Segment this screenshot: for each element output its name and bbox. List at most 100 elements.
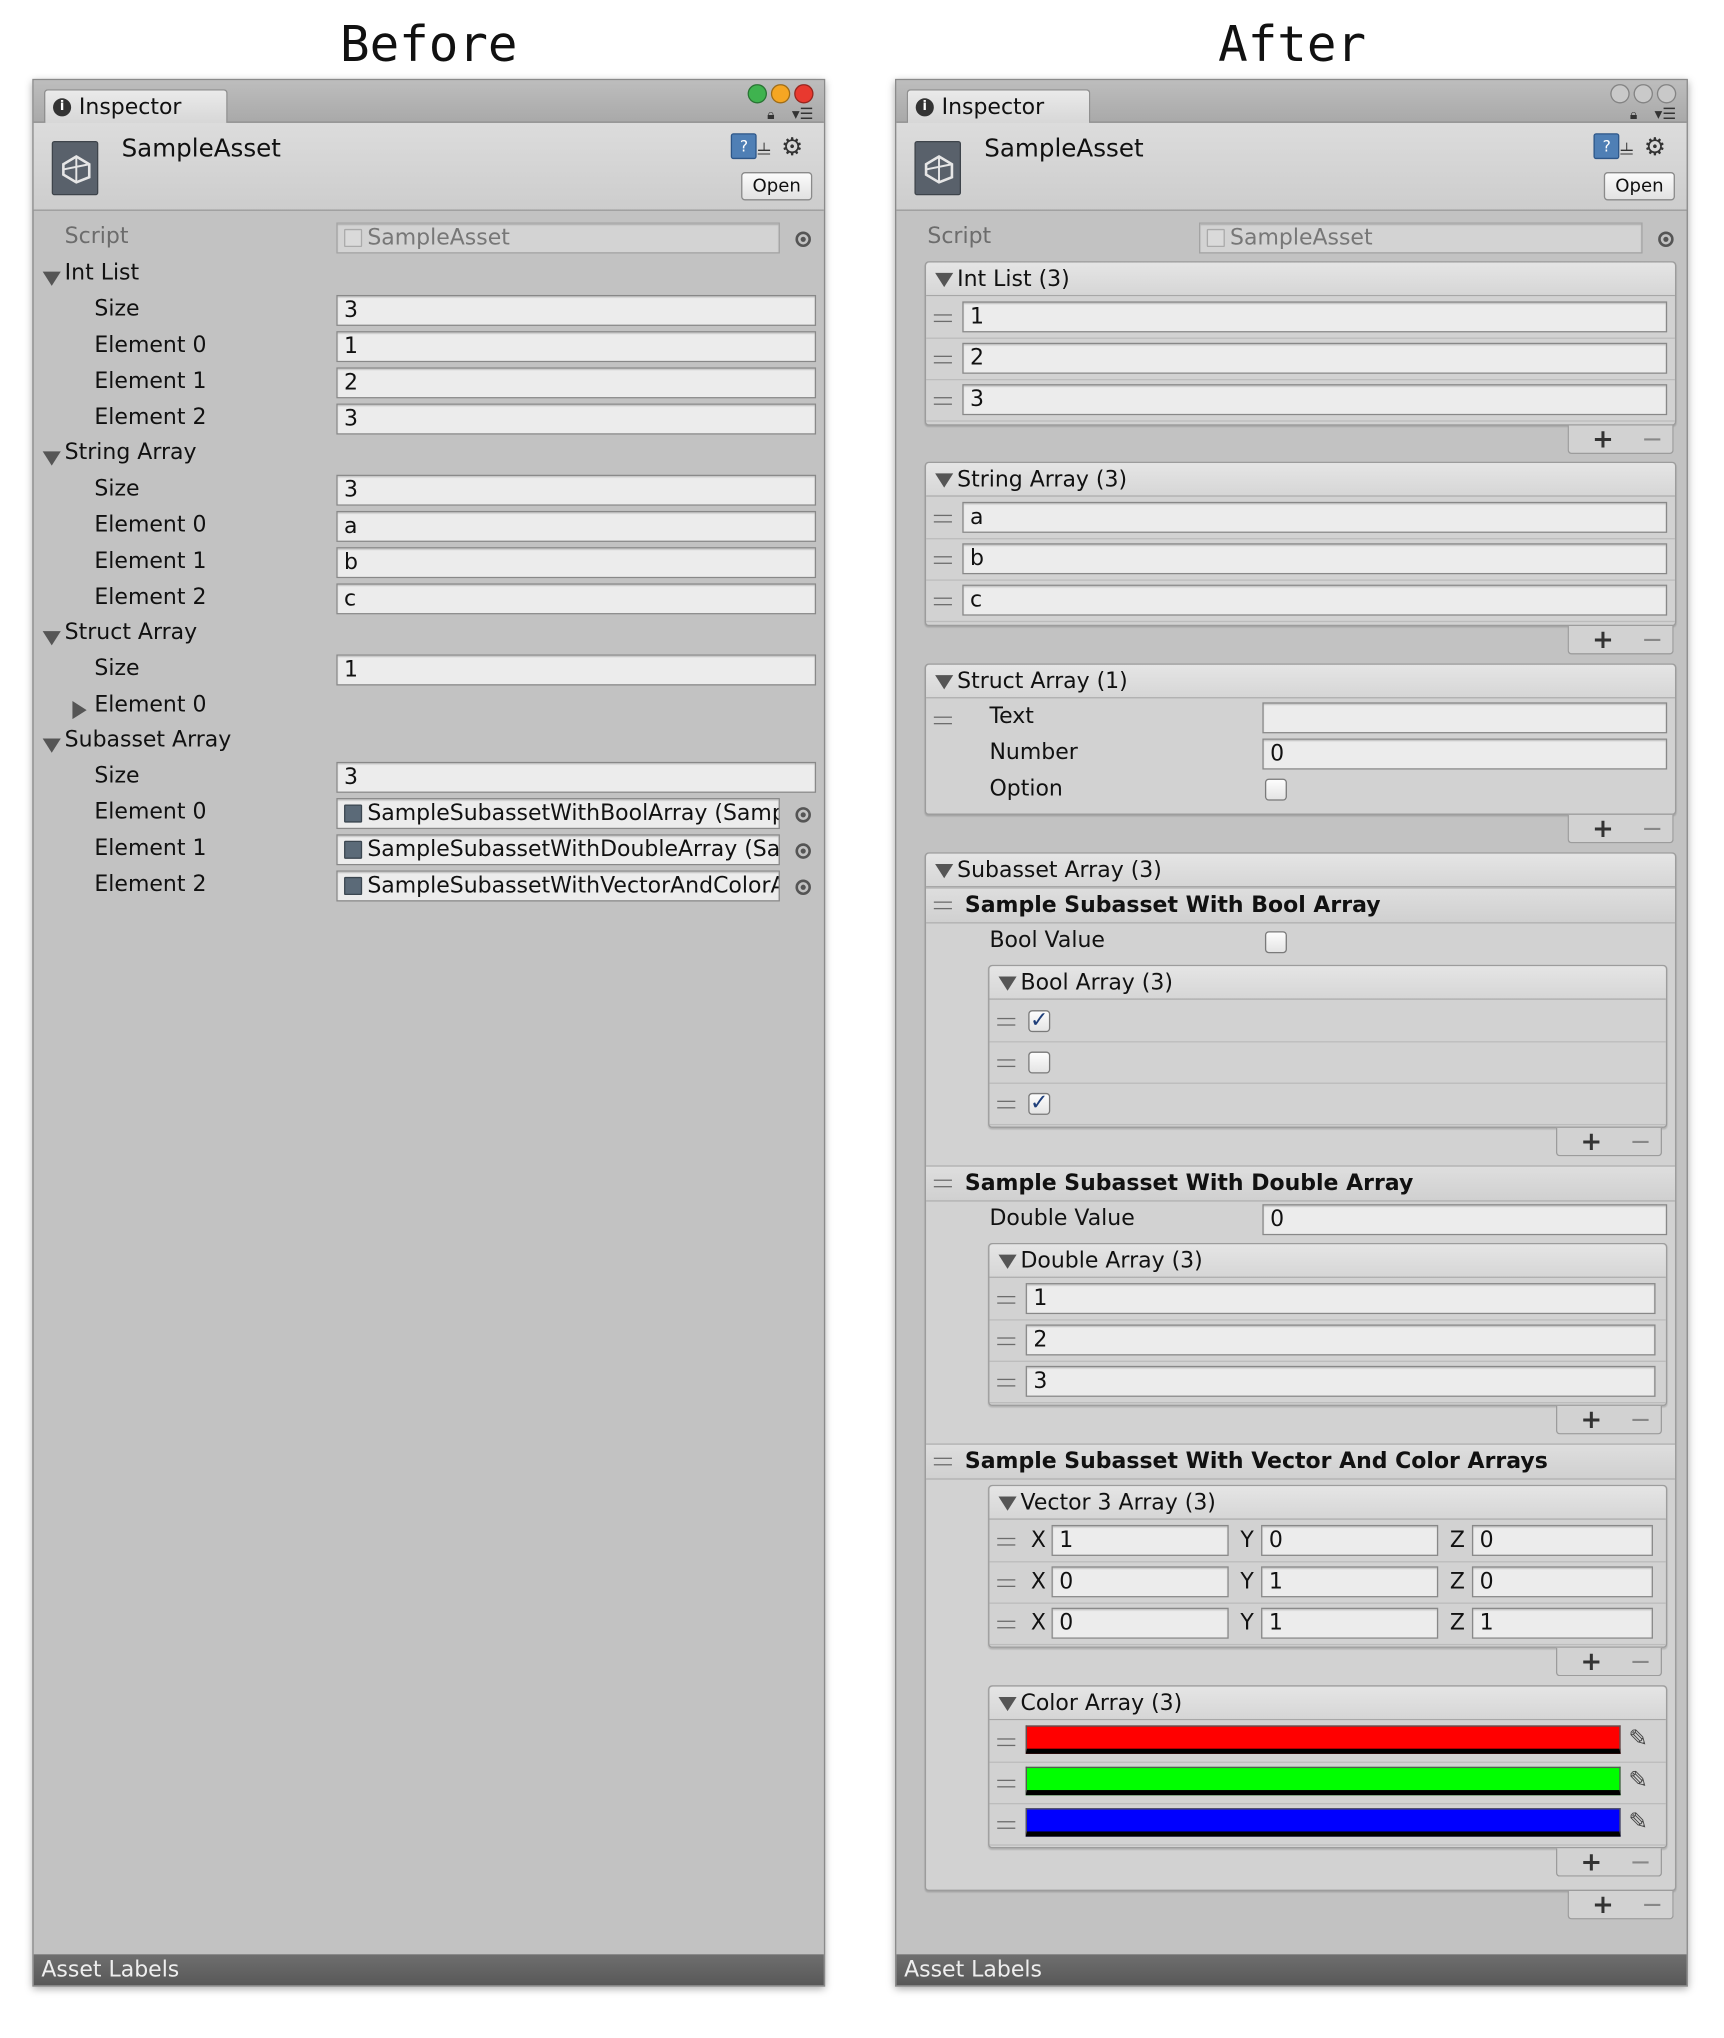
drag-handle-icon[interactable] xyxy=(997,1537,1016,1546)
int-list-size-field[interactable]: 3 xyxy=(336,294,817,326)
subasset-array-foldout[interactable]: Subasset Array xyxy=(42,727,231,753)
vector-z-field[interactable]: 0 xyxy=(1471,1566,1653,1598)
subasset-object-field[interactable]: SampleSubassetWithDoubleArray (Sam xyxy=(336,834,780,866)
vector-color-subasset-header[interactable]: Sample Subasset With Vector And Color Ar… xyxy=(926,1443,1675,1480)
menu-icon[interactable]: ▾☰ xyxy=(792,105,814,123)
drag-handle-icon[interactable] xyxy=(933,397,952,405)
int-item-field[interactable]: 1 xyxy=(962,301,1668,333)
remove-icon[interactable]: − xyxy=(1630,1406,1652,1432)
int-list-foldout[interactable]: Int List xyxy=(42,260,139,286)
add-icon[interactable]: + xyxy=(1592,626,1614,652)
add-icon[interactable]: + xyxy=(1592,815,1614,841)
add-icon[interactable]: + xyxy=(1581,1406,1603,1432)
vector-y-field[interactable]: 1 xyxy=(1261,1607,1439,1639)
object-picker-icon[interactable] xyxy=(795,807,811,823)
double-array-header[interactable]: Double Array (3) xyxy=(989,1244,1666,1278)
string-array-header[interactable]: String Array (3) xyxy=(926,463,1675,497)
lock-icon[interactable]: 🔒︎ xyxy=(1630,106,1638,124)
close-button[interactable] xyxy=(794,84,814,104)
drag-handle-icon[interactable] xyxy=(997,1059,1016,1068)
lock-icon[interactable]: 🔒︎ xyxy=(767,106,775,124)
remove-icon[interactable]: − xyxy=(1641,426,1663,452)
int-item-field[interactable]: 3 xyxy=(962,384,1668,416)
drag-handle-icon[interactable] xyxy=(933,355,952,364)
string-item-field[interactable]: a xyxy=(962,501,1668,533)
object-picker-icon[interactable] xyxy=(1658,231,1674,248)
int-item-field[interactable]: 2 xyxy=(962,342,1668,374)
color-array-header[interactable]: Color Array (3) xyxy=(989,1686,1666,1721)
help-icon[interactable]: ? xyxy=(731,133,757,160)
double-value-field[interactable]: 0 xyxy=(1262,1204,1668,1236)
drag-handle-icon[interactable] xyxy=(997,1017,1016,1026)
int-list-header[interactable]: Int List (3) xyxy=(926,262,1675,297)
string-array-foldout[interactable]: String Array xyxy=(42,440,197,466)
vector-array-header[interactable]: Vector 3 Array (3) xyxy=(989,1486,1666,1520)
drag-handle-icon[interactable] xyxy=(933,597,952,606)
add-dropdown-icon[interactable]: + xyxy=(1592,1891,1614,1917)
struct-array-header[interactable]: Struct Array (1) xyxy=(926,664,1675,699)
tab-inspector[interactable]: i Inspector xyxy=(906,89,1091,125)
vector-x-field[interactable]: 0 xyxy=(1051,1566,1229,1598)
asset-labels-bar[interactable]: Asset Labels xyxy=(33,1954,824,1986)
open-button[interactable]: Open xyxy=(741,172,813,201)
menu-icon[interactable]: ▾☰ xyxy=(1655,105,1677,123)
drag-handle-icon[interactable] xyxy=(933,1457,952,1466)
script-field[interactable]: SampleAsset xyxy=(336,222,780,254)
struct-array-size-field[interactable]: 1 xyxy=(336,654,817,686)
minimize-button[interactable] xyxy=(1633,84,1653,104)
bool-value-checkbox[interactable] xyxy=(1264,931,1287,954)
struct-array-foldout[interactable]: Struct Array xyxy=(42,620,197,646)
vector-z-field[interactable]: 1 xyxy=(1471,1607,1653,1639)
string-array-element-field[interactable]: a xyxy=(336,510,817,542)
bool-array-header[interactable]: Bool Array (3) xyxy=(989,966,1666,1000)
drag-handle-icon[interactable] xyxy=(933,716,952,725)
zoom-button[interactable] xyxy=(1610,84,1630,104)
string-array-element-field[interactable]: c xyxy=(336,583,817,615)
number-field[interactable]: 0 xyxy=(1262,738,1668,770)
remove-icon[interactable]: − xyxy=(1641,1891,1663,1917)
drag-handle-icon[interactable] xyxy=(997,1779,1016,1788)
drag-handle-icon[interactable] xyxy=(933,1179,952,1188)
object-picker-icon[interactable] xyxy=(795,231,811,248)
vector-y-field[interactable]: 1 xyxy=(1261,1566,1439,1598)
drag-handle-icon[interactable] xyxy=(997,1620,1016,1629)
tab-inspector[interactable]: i Inspector xyxy=(43,89,228,125)
vector-y-field[interactable]: 0 xyxy=(1261,1524,1439,1556)
struct-element-foldout[interactable]: Element 0 xyxy=(72,692,206,720)
string-item-field[interactable]: b xyxy=(962,543,1668,575)
remove-icon[interactable]: − xyxy=(1630,1128,1652,1154)
drag-handle-icon[interactable] xyxy=(933,901,952,910)
drag-handle-icon[interactable] xyxy=(997,1378,1016,1387)
drag-handle-icon[interactable] xyxy=(997,1821,1016,1829)
minimize-button[interactable] xyxy=(770,84,791,104)
add-icon[interactable]: + xyxy=(1581,1128,1603,1154)
bool-item-checkbox[interactable]: ✓ xyxy=(1028,1092,1051,1115)
subasset-object-field[interactable]: SampleSubassetWithVectorAndColorAr xyxy=(336,870,780,902)
subasset-array-header[interactable]: Subasset Array (3) xyxy=(926,853,1675,888)
gear-icon[interactable]: ⚙ xyxy=(1644,133,1676,161)
string-item-field[interactable]: c xyxy=(962,584,1668,616)
help-icon[interactable]: ? xyxy=(1593,133,1620,160)
object-picker-icon[interactable] xyxy=(795,843,811,859)
add-icon[interactable]: + xyxy=(1581,1648,1603,1674)
drag-handle-icon[interactable] xyxy=(997,1295,1016,1304)
bool-subasset-header[interactable]: Sample Subasset With Bool Array xyxy=(926,887,1675,924)
script-field[interactable]: SampleAsset xyxy=(1198,222,1643,254)
color-field[interactable] xyxy=(1025,1766,1621,1796)
drag-handle-icon[interactable] xyxy=(997,1738,1016,1747)
bool-item-checkbox[interactable]: ✓ xyxy=(1028,1009,1051,1033)
bool-item-checkbox[interactable] xyxy=(1028,1051,1051,1074)
subasset-array-size-field[interactable]: 3 xyxy=(336,761,817,793)
text-field[interactable] xyxy=(1262,702,1668,734)
double-item-field[interactable]: 1 xyxy=(1025,1283,1656,1315)
remove-icon[interactable]: − xyxy=(1630,1848,1652,1874)
gear-icon[interactable]: ⚙ xyxy=(781,133,813,161)
add-icon[interactable]: + xyxy=(1592,426,1614,452)
string-array-element-field[interactable]: b xyxy=(336,547,817,579)
double-subasset-header[interactable]: Sample Subasset With Double Array xyxy=(926,1165,1675,1202)
drag-handle-icon[interactable] xyxy=(933,314,952,323)
drag-handle-icon[interactable] xyxy=(997,1100,1016,1109)
eyedropper-icon[interactable]: ✎ xyxy=(1628,1767,1648,1794)
object-picker-icon[interactable] xyxy=(795,879,811,896)
eyedropper-icon[interactable]: ✎ xyxy=(1628,1725,1648,1752)
